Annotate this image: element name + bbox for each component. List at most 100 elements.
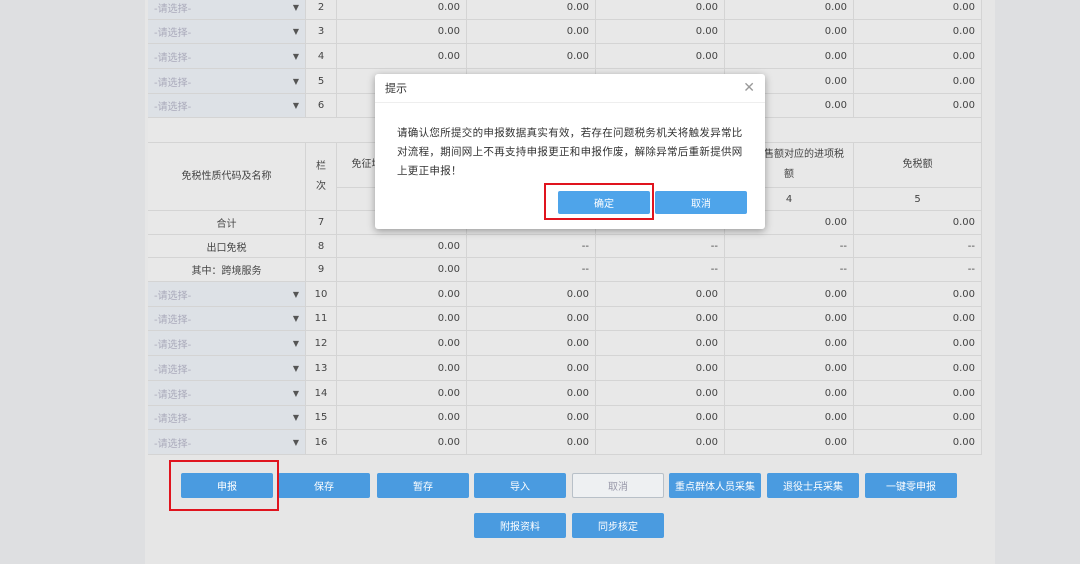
select-placeholder: -请选择- <box>154 28 192 39</box>
exemption-code-select[interactable]: -请选择- ▼ <box>148 331 306 356</box>
value-cell[interactable]: 0.00 <box>854 94 982 118</box>
value-cell[interactable]: 0.00 <box>596 20 725 44</box>
dialog-message: 请确认您所提交的申报数据真实有效，若存在问题税务机关将触发异常比对流程，期间网上… <box>397 127 743 177</box>
value-cell[interactable]: 0.00 <box>337 0 467 20</box>
value-cell[interactable]: 0.00 <box>854 331 982 356</box>
value-cell[interactable]: 0.00 <box>467 44 596 69</box>
value-cell[interactable]: 0.00 <box>337 235 467 258</box>
value-cell[interactable]: 0.00 <box>596 430 725 455</box>
value-cell[interactable]: 0.00 <box>854 307 982 331</box>
row-number: 10 <box>306 282 337 307</box>
value-cell[interactable]: 0.00 <box>337 430 467 455</box>
value-cell[interactable]: 0.00 <box>337 406 467 430</box>
row-name: 其中：跨境服务 <box>148 258 306 282</box>
value-cell[interactable]: 0.00 <box>467 307 596 331</box>
value-cell[interactable]: 0.00 <box>596 0 725 20</box>
value-cell[interactable]: 0.00 <box>596 331 725 356</box>
value-cell[interactable]: 0.00 <box>854 406 982 430</box>
key-group-collect-button[interactable]: 重点群体人员采集 <box>669 473 761 498</box>
exemption-code-select[interactable]: -请选择- ▼ <box>148 0 306 20</box>
exemption-code-select[interactable]: -请选择- ▼ <box>148 356 306 381</box>
exemption-code-select[interactable]: -请选择- ▼ <box>148 381 306 406</box>
value-cell: -- <box>854 258 982 282</box>
value-cell[interactable]: 0.00 <box>596 44 725 69</box>
value-cell[interactable]: 0.00 <box>337 258 467 282</box>
value-cell[interactable]: 0.00 <box>854 69 982 94</box>
value-cell[interactable]: 0.00 <box>467 406 596 430</box>
value-cell[interactable]: 0.00 <box>725 44 854 69</box>
value-cell[interactable]: 0.00 <box>337 331 467 356</box>
exemption-code-select[interactable]: -请选择- ▼ <box>148 69 306 94</box>
value-cell[interactable]: 0.00 <box>337 44 467 69</box>
value-cell[interactable]: 0.00 <box>467 0 596 20</box>
dialog-title: 提示 <box>385 82 407 95</box>
save-button[interactable]: 保存 <box>278 473 370 498</box>
select-placeholder: -请选择- <box>154 52 192 64</box>
value-cell[interactable]: 0.00 <box>725 406 854 430</box>
temp-save-button[interactable]: 暂存 <box>377 473 469 498</box>
value-cell[interactable]: 0.00 <box>467 381 596 406</box>
exemption-code-select[interactable]: -请选择- ▼ <box>148 94 306 118</box>
row-number: 6 <box>306 94 337 118</box>
select-placeholder: -请选择- <box>154 438 192 450</box>
exemption-code-select[interactable]: -请选择- ▼ <box>148 430 306 455</box>
exemption-code-select[interactable]: -请选择- ▼ <box>148 406 306 430</box>
cancel-form-button[interactable]: 取消 <box>572 473 664 498</box>
sync-verify-button[interactable]: 同步核定 <box>572 513 664 538</box>
value-cell[interactable]: 0.00 <box>596 282 725 307</box>
row-number: 12 <box>306 331 337 356</box>
row-name: 合计 <box>148 211 306 235</box>
row-number: 4 <box>306 44 337 69</box>
exemption-code-select[interactable]: -请选择- ▼ <box>148 44 306 69</box>
close-icon[interactable]: ✕ <box>743 80 755 96</box>
value-cell[interactable]: 0.00 <box>854 282 982 307</box>
value-cell[interactable]: 0.00 <box>854 381 982 406</box>
chevron-down-icon: ▼ <box>292 289 299 299</box>
value-cell[interactable]: 0.00 <box>596 406 725 430</box>
value-cell[interactable]: 0.00 <box>725 430 854 455</box>
value-cell[interactable]: 0.00 <box>725 356 854 381</box>
value-cell[interactable]: 0.00 <box>596 307 725 331</box>
row-number: 16 <box>306 430 337 455</box>
value-cell[interactable]: 0.00 <box>854 44 982 69</box>
value-cell[interactable]: 0.00 <box>854 430 982 455</box>
value-cell[interactable]: 0.00 <box>467 430 596 455</box>
chevron-down-icon: ▼ <box>292 388 299 398</box>
veteran-collect-button[interactable]: 退役士兵采集 <box>767 473 859 498</box>
value-cell[interactable]: 0.00 <box>725 0 854 20</box>
import-button[interactable]: 导入 <box>474 473 566 498</box>
value-cell[interactable]: 0.00 <box>337 381 467 406</box>
value-cell[interactable]: 0.00 <box>337 282 467 307</box>
exemption-code-select[interactable]: -请选择- ▼ <box>148 20 306 44</box>
value-cell[interactable]: 0.00 <box>854 356 982 381</box>
cancel-button[interactable]: 取消 <box>655 191 747 214</box>
value-cell[interactable]: 0.00 <box>725 307 854 331</box>
value-cell[interactable]: 0.00 <box>596 356 725 381</box>
value-cell[interactable]: 0.00 <box>854 0 982 20</box>
chevron-down-icon: ▼ <box>292 76 299 86</box>
attachments-button[interactable]: 附报资料 <box>474 513 566 538</box>
value-cell[interactable]: 0.00 <box>467 331 596 356</box>
value-cell[interactable]: 0.00 <box>725 331 854 356</box>
value-cell[interactable]: 0.00 <box>725 381 854 406</box>
value-cell[interactable]: 0.00 <box>854 211 982 235</box>
select-placeholder: -请选择- <box>154 290 192 302</box>
exemption-code-select[interactable]: -请选择- ▼ <box>148 282 306 307</box>
value-cell[interactable]: 0.00 <box>854 20 982 44</box>
select-placeholder: -请选择- <box>154 77 192 89</box>
zero-declare-button[interactable]: 一键零申报 <box>865 473 957 498</box>
highlight-box-confirm <box>544 183 654 220</box>
value-cell[interactable]: 0.00 <box>467 20 596 44</box>
value-cell: -- <box>725 258 854 282</box>
header-col: 免税额 <box>854 143 982 188</box>
value-cell[interactable]: 0.00 <box>725 282 854 307</box>
value-cell[interactable]: 0.00 <box>725 20 854 44</box>
value-cell[interactable]: 0.00 <box>596 381 725 406</box>
value-cell[interactable]: 0.00 <box>467 356 596 381</box>
value-cell[interactable]: 0.00 <box>467 282 596 307</box>
select-placeholder: -请选择- <box>154 102 192 113</box>
exemption-code-select[interactable]: -请选择- ▼ <box>148 307 306 331</box>
value-cell[interactable]: 0.00 <box>337 307 467 331</box>
value-cell[interactable]: 0.00 <box>337 356 467 381</box>
value-cell[interactable]: 0.00 <box>337 20 467 44</box>
